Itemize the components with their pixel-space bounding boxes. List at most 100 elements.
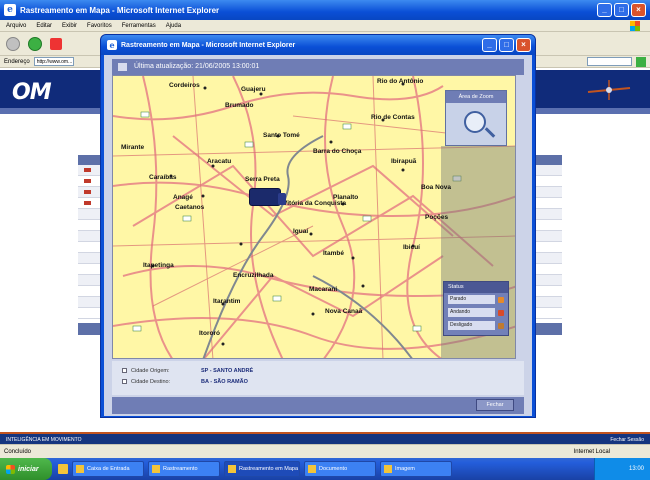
legend-label: Andando (448, 308, 495, 317)
quick-launch-icon[interactable] (58, 464, 68, 474)
start-button[interactable]: iniciar (0, 458, 52, 480)
truck-icon (84, 168, 91, 172)
menu-bar: Arquivo Editar Exibir Favoritos Ferramen… (0, 20, 650, 32)
map-label: Nova Canaã (325, 308, 363, 315)
close-icon[interactable]: × (516, 38, 531, 52)
map-label: Caetanos (175, 204, 205, 211)
map-label: Cordeiros (169, 82, 200, 89)
origin-label: Cidade Origem: (131, 367, 170, 374)
map-header: Última atualização: 21/06/2005 13:00:01 (112, 59, 524, 75)
map-label: Itapetinga (143, 262, 174, 269)
taskbar-item[interactable]: Caixa de Entrada (72, 461, 144, 477)
legend-swatch (498, 309, 504, 316)
destination-value: BA - SÃO RAMÃO (201, 378, 248, 385)
windows-flag-icon (6, 464, 15, 474)
map-label: Brumado (225, 102, 254, 109)
map-label: Rio de Contas (371, 114, 415, 121)
legend-item: Andando (444, 306, 508, 319)
destination-row: Cidade Destino: BA - SÃO RAMÃO (122, 376, 514, 387)
popup-title: Rastreamento em Mapa - Microsoft Interne… (121, 41, 296, 49)
menu-item-exibir[interactable]: Exibir (62, 23, 77, 29)
vehicle-marker-icon[interactable] (249, 188, 286, 206)
map-label: Mirante (121, 144, 145, 151)
go-icon[interactable] (636, 56, 646, 67)
windows-taskbar: iniciar Caixa de Entrada Rastreamento Ra… (0, 458, 650, 480)
menu-item-arquivo[interactable]: Arquivo (6, 23, 26, 29)
maximize-icon[interactable]: □ (614, 3, 629, 17)
menu-item-ajuda[interactable]: Ajuda (166, 23, 181, 29)
map-label: Boa Nova (421, 184, 451, 191)
close-button[interactable]: Fechar (476, 399, 514, 411)
background-titlebar[interactable]: e Rastreamento em Mapa - Microsoft Inter… (0, 0, 650, 20)
map-label: Serra Preta (245, 176, 280, 183)
taskbar-item[interactable]: Imagem (380, 461, 452, 477)
site-footer: INTELIGÊNCIA EM MOVIMENTO Fechar Sessão (0, 432, 650, 444)
map-label: Caraíbas (149, 174, 177, 181)
taskbar-item[interactable]: Rastreamento (148, 461, 220, 477)
security-zone: Internet Local (573, 449, 610, 455)
windows-logo-icon (630, 20, 640, 31)
compass-logo-icon (587, 80, 631, 100)
map-popup-window: e Rastreamento em Mapa - Microsoft Inter… (100, 34, 536, 418)
map-label: Anagé (173, 194, 193, 201)
popup-body: Última atualização: 21/06/2005 13:00:01 (104, 55, 532, 416)
legend-label: Desligado (448, 321, 495, 330)
map-label: Vitória da Conquista (283, 200, 347, 207)
origin-checkbox[interactable] (122, 368, 127, 373)
map-label: Ibicuí (403, 244, 420, 251)
magnifier-icon[interactable] (464, 111, 486, 133)
map-label: Guajeru (241, 86, 266, 93)
forward-icon[interactable] (28, 36, 42, 51)
legend-label: Parado (448, 295, 495, 304)
map-label: Planalto (333, 194, 359, 201)
magnifier-handle (484, 127, 496, 138)
footer-slogan: INTELIGÊNCIA EM MOVIMENTO (6, 437, 82, 443)
address-input[interactable]: http://www.om... (33, 57, 74, 66)
truck-icon (84, 201, 91, 205)
taskbar-item[interactable]: Documento (304, 461, 376, 477)
last-update-text: Última atualização: 21/06/2005 13:00:01 (134, 63, 260, 70)
popup-titlebar[interactable]: e Rastreamento em Mapa - Microsoft Inter… (101, 35, 535, 55)
route-info: Cidade Origem: SP - SANTO ANDRÉ Cidade D… (112, 361, 524, 395)
destination-checkbox[interactable] (122, 379, 127, 384)
legend-title: Status (444, 282, 508, 293)
zoom-title: Área de Zoom (446, 91, 506, 103)
map-label: Santo Tomé (263, 132, 300, 139)
legend-swatch (498, 322, 504, 329)
taskbar-item[interactable]: Rastreamento em Mapa (224, 461, 300, 477)
close-icon[interactable]: × (631, 3, 646, 17)
address-label: Endereço (4, 58, 30, 65)
map-label: Iguaí (293, 228, 309, 235)
legend-item: Parado (444, 293, 508, 306)
map-canvas[interactable]: Cordeiros Guajeru Rio do Antônio Brumado… (112, 75, 516, 359)
stop-icon[interactable] (50, 37, 62, 50)
destination-label: Cidade Destino: (131, 378, 171, 385)
origin-value: SP - SANTO ANDRÉ (201, 367, 254, 374)
browser-status-bar: Concluído Internet Local (0, 444, 650, 458)
legend-item: Desligado (444, 319, 508, 332)
menu-item-favoritos[interactable]: Favoritos (87, 23, 112, 29)
address-input-right[interactable] (587, 57, 632, 66)
menu-item-editar[interactable]: Editar (36, 23, 52, 29)
map-label: Itambé (323, 250, 344, 257)
back-icon[interactable] (6, 36, 20, 51)
minimize-icon[interactable]: _ (482, 38, 497, 52)
map-label: Barra do Choça (313, 148, 362, 155)
status-legend: Status Parado Andando Desligado (443, 281, 509, 336)
truck-icon (84, 190, 91, 194)
origin-row: Cidade Origem: SP - SANTO ANDRÉ (122, 365, 514, 376)
zoom-area[interactable]: Área de Zoom (445, 90, 507, 146)
minimize-icon[interactable]: _ (597, 3, 612, 17)
map-label: Itororó (199, 330, 220, 337)
start-label: iniciar (18, 465, 39, 473)
menu-item-ferramentas[interactable]: Ferramentas (122, 23, 156, 29)
map-label: Rio do Antônio (377, 78, 424, 85)
background-window-title: Rastreamento em Mapa - Microsoft Interne… (20, 5, 220, 15)
map-label: Poções (425, 214, 449, 221)
maximize-icon[interactable]: □ (499, 38, 514, 52)
map-header-icon (118, 63, 127, 71)
map-label: Aracatu (207, 158, 232, 165)
ie-logo-icon: e (4, 4, 16, 16)
truck-icon (84, 179, 91, 183)
system-tray-clock: 13:00 (594, 458, 650, 480)
